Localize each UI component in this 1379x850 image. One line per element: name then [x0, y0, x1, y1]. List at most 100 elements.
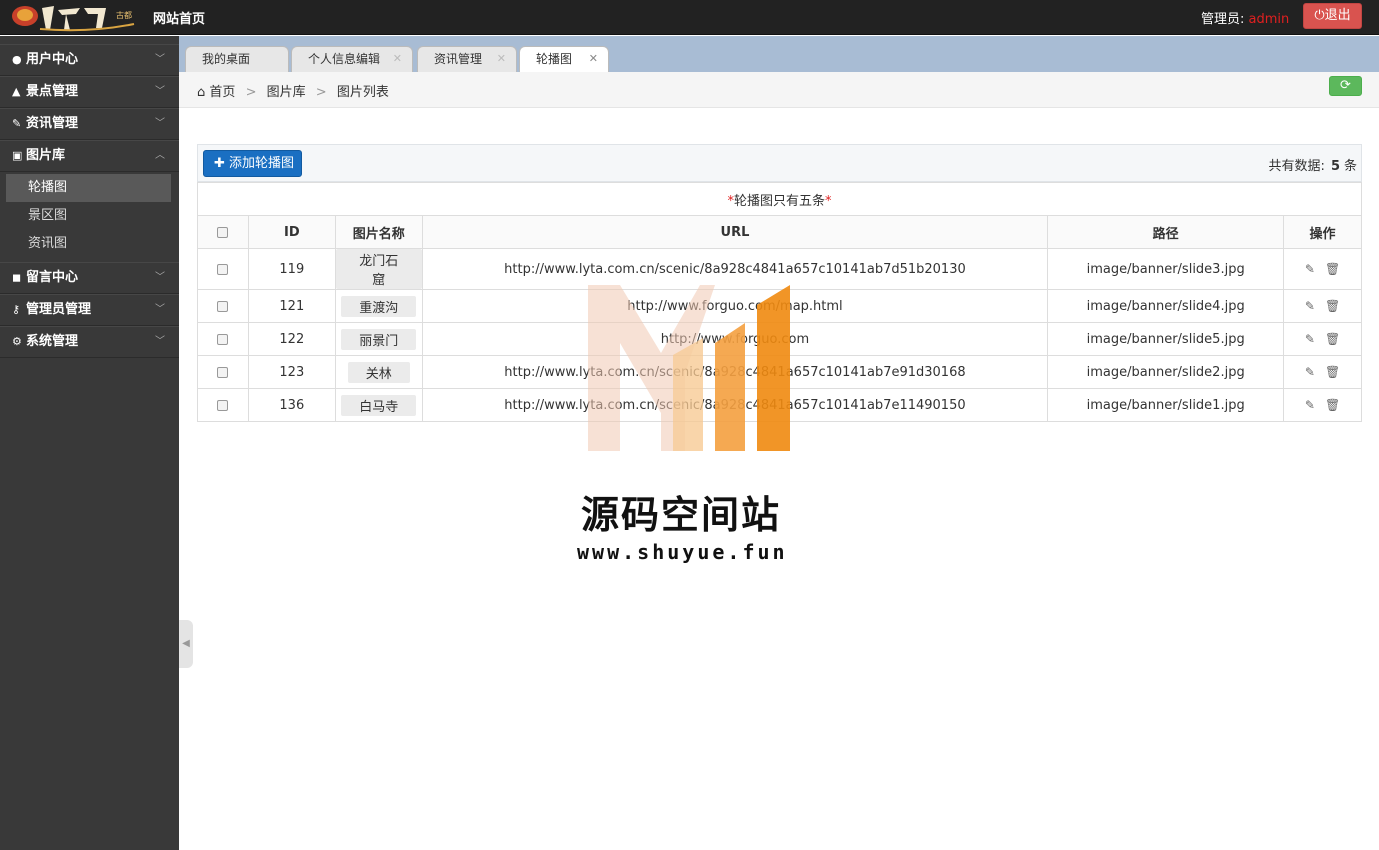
sidebar-item-news[interactable]: ✎ 资讯管理 ﹀: [0, 108, 179, 140]
close-icon[interactable]: ✕: [497, 47, 506, 71]
sidebar-subitem-carousel[interactable]: 轮播图: [6, 174, 171, 202]
sidebar-item-system[interactable]: ⚙ 系统管理 ﹀: [0, 326, 179, 358]
sidebar-subitem-scenic-images[interactable]: 景区图: [0, 202, 179, 230]
cell-path: image/banner/slide4.jpg: [1047, 289, 1285, 323]
cell-name: 白马寺: [341, 394, 417, 416]
table-notice: *轮播图只有五条*: [197, 182, 1362, 216]
trash-icon[interactable]: 🗑: [1325, 262, 1340, 276]
trash-icon[interactable]: 🗑: [1325, 398, 1340, 412]
sidebar-item-scenic[interactable]: ▲ 景点管理 ﹀: [0, 76, 179, 108]
tab-label: 轮播图: [536, 52, 573, 66]
tab-label: 个人信息编辑: [308, 52, 381, 66]
cell-id: 136: [247, 388, 336, 422]
cell-path: image/banner/slide1.jpg: [1047, 388, 1285, 422]
column-header-path: 路径: [1047, 215, 1285, 249]
edit-icon[interactable]: ✎: [1305, 262, 1315, 276]
column-header-id: ID: [247, 215, 336, 249]
column-header-name: 图片名称: [334, 215, 423, 249]
row-checkbox[interactable]: [217, 263, 229, 275]
add-carousel-label: 添加轮播图: [229, 156, 295, 171]
sidebar-item-label: 管理员管理: [26, 302, 92, 317]
breadcrumb-image-list: 图片列表: [336, 85, 389, 100]
sidebar-item-messages[interactable]: ◼ 留言中心 ﹀: [0, 262, 179, 294]
sidebar-item-label: 景点管理: [26, 84, 79, 99]
sidebar: ● 用户中心 ﹀ ▲ 景点管理 ﹀ ✎ 资讯管理 ﹀ ▣ 图片库 ︿ 轮播图 景区图 资…: [0, 36, 179, 850]
row-checkbox[interactable]: [217, 366, 229, 378]
edit-icon[interactable]: ✎: [1305, 332, 1315, 346]
edit-icon[interactable]: ✎: [1305, 365, 1315, 379]
sidebar-item-label: 系统管理: [26, 334, 79, 349]
tab-label: 资讯管理: [434, 52, 483, 66]
select-all-cell: [197, 215, 249, 249]
sidebar-item-label: 留言中心: [26, 270, 79, 285]
trash-icon[interactable]: 🗑: [1325, 332, 1340, 346]
logout-label: 退出: [1324, 8, 1351, 23]
cell-path: image/banner/slide5.jpg: [1047, 322, 1285, 356]
breadcrumb-separator: >: [245, 85, 257, 100]
cell-id: 123: [247, 355, 336, 389]
chevron-down-icon: ﹀: [155, 272, 165, 283]
sidebar-subitem-news-images[interactable]: 资讯图: [0, 230, 179, 258]
refresh-button[interactable]: ⟳: [1329, 76, 1362, 96]
plus-icon: ✚: [214, 156, 225, 171]
tab-my-desktop[interactable]: 我的桌面: [185, 46, 289, 72]
column-header-actions: 操作: [1283, 215, 1362, 249]
edit-icon[interactable]: ✎: [1305, 299, 1315, 313]
sidebar-item-admins[interactable]: ⚷ 管理员管理 ﹀: [0, 294, 179, 326]
cell-path: image/banner/slide3.jpg: [1047, 248, 1285, 290]
admin-name[interactable]: admin: [1249, 12, 1290, 27]
sidebar-collapse-handle[interactable]: ◀: [179, 620, 193, 668]
user-icon: ●: [12, 53, 22, 66]
sidebar-item-user-center[interactable]: ● 用户中心 ﹀: [0, 44, 179, 76]
list-toolbar: ✚ 添加轮播图 共有数据: 5 条: [197, 144, 1362, 182]
chevron-down-icon: ﹀: [155, 86, 165, 97]
caret-left-icon: ◀: [182, 638, 190, 649]
chevron-down-icon: ﹀: [155, 54, 165, 65]
breadcrumb: ⌂ 首页 > 图片库 > 图片列表: [197, 81, 389, 100]
admin-info: 管理员: admin: [1201, 8, 1289, 27]
add-carousel-button[interactable]: ✚ 添加轮播图: [203, 150, 302, 177]
cell-name: 龙门石窟: [335, 249, 422, 289]
home-icon: ⌂: [197, 85, 206, 100]
sidebar-item-label: 用户中心: [26, 52, 79, 67]
logout-button[interactable]: ⏻退出: [1303, 3, 1362, 29]
row-checkbox[interactable]: [217, 399, 229, 411]
column-header-url: URL: [421, 215, 1049, 249]
chevron-up-icon: ︿: [155, 150, 165, 161]
breadcrumb-gallery[interactable]: 图片库: [267, 85, 306, 100]
tab-bar: 我的桌面 个人信息编辑 ✕ 资讯管理 ✕ 轮播图 ✕: [179, 36, 1379, 73]
tab-news-management[interactable]: 资讯管理 ✕: [417, 46, 517, 72]
sidebar-item-gallery[interactable]: ▣ 图片库 ︿: [0, 140, 179, 172]
trash-icon[interactable]: 🗑: [1325, 365, 1340, 379]
row-checkbox[interactable]: [217, 333, 229, 345]
breadcrumb-home[interactable]: 首页: [209, 85, 235, 100]
gallery-submenu: 轮播图 景区图 资讯图: [0, 172, 179, 262]
cogs-icon: ⚙: [12, 335, 22, 348]
sidebar-item-label: 资讯管理: [26, 116, 79, 131]
close-icon[interactable]: ✕: [393, 47, 402, 71]
cell-path: image/banner/slide2.jpg: [1047, 355, 1285, 389]
edit-icon: ✎: [12, 117, 22, 130]
table-notice-text: 轮播图只有五条: [733, 193, 825, 209]
total-prefix: 共有数据:: [1268, 159, 1325, 174]
flask-icon: ▲: [12, 85, 21, 98]
watermark-title: 源码空间站: [581, 493, 782, 537]
chevron-down-icon: ﹀: [155, 304, 165, 315]
breadcrumb-separator: >: [315, 85, 327, 100]
total-count: 共有数据: 5 条: [1269, 155, 1357, 174]
close-icon[interactable]: ✕: [589, 47, 598, 71]
sidebar-item-label: 图片库: [26, 148, 66, 163]
site-home-link[interactable]: 网站首页: [153, 8, 205, 27]
tab-carousel[interactable]: 轮播图 ✕: [519, 46, 609, 73]
power-icon: ⏻: [1314, 8, 1325, 23]
top-bar: 古都 网站首页 管理员: admin ⏻退出: [0, 0, 1379, 35]
select-all-checkbox[interactable]: [217, 226, 229, 238]
trash-icon[interactable]: 🗑: [1325, 299, 1340, 313]
row-checkbox[interactable]: [217, 300, 229, 312]
logo: 古都: [12, 6, 135, 32]
cell-id: 119: [247, 248, 336, 290]
tab-profile-edit[interactable]: 个人信息编辑 ✕: [291, 46, 413, 72]
edit-icon[interactable]: ✎: [1305, 398, 1315, 412]
cell-id: 121: [247, 289, 336, 323]
chevron-down-icon: ﹀: [155, 118, 165, 129]
